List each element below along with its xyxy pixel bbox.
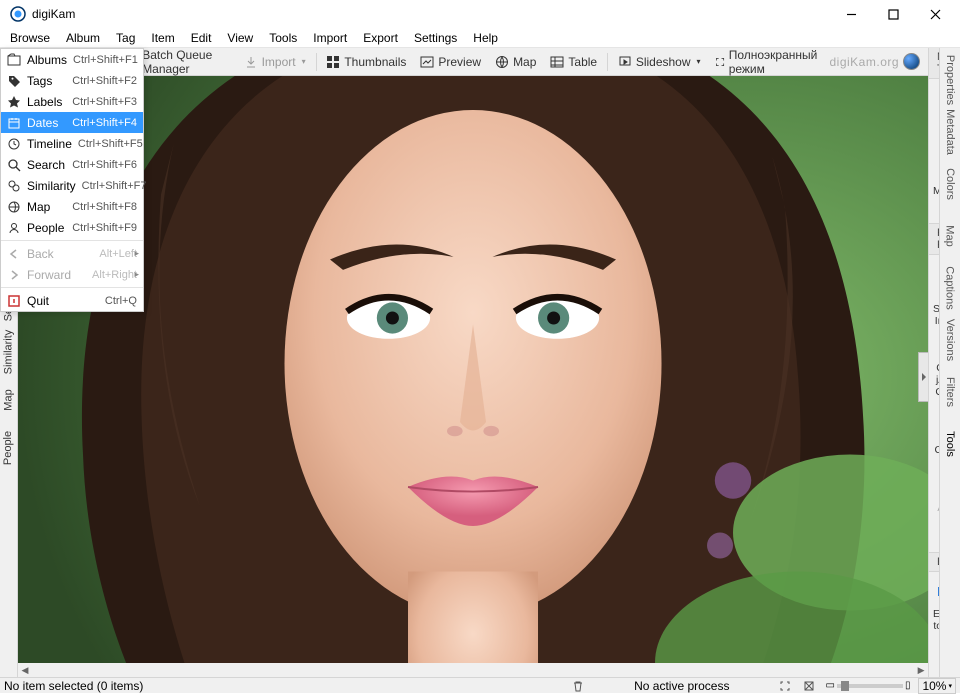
zoom-slider[interactable]: ▭ ▯ [825, 680, 910, 691]
tool-jalbum[interactable]: Create jAlbum Gallery [931, 332, 940, 402]
quit-icon [7, 294, 21, 308]
tool-image-editor[interactable]: Image Editor [931, 85, 940, 155]
globe-icon [903, 53, 920, 70]
center-area: Batch Queue Manager Import▾ Thumbnails P… [18, 48, 929, 677]
browse-item-dates[interactable]: DatesCtrl+Shift+F4 [1, 112, 143, 133]
right-tab-map[interactable]: Map [944, 225, 956, 246]
section-header: Post-Processing [929, 224, 940, 255]
tool-export-flickr[interactable]: Export to Flickr [931, 648, 940, 677]
menu-item[interactable]: Item [143, 29, 182, 47]
right-tab-colors[interactable]: Colors [944, 168, 956, 200]
menu-edit[interactable]: Edit [183, 29, 220, 47]
tool-adjust-time[interactable]: Adjust Time Date [931, 472, 940, 542]
right-sidebar-tabs: Properties Metadata Colors Map Captions … [940, 48, 960, 677]
similarity-icon [7, 179, 21, 193]
right-tab-versions[interactable]: Versions [944, 319, 956, 361]
section-export: Export boxExport to Box Export to Dropbo… [929, 553, 939, 677]
browse-item-search[interactable]: SearchCtrl+Shift+F6 [1, 154, 143, 175]
menu-album[interactable]: Album [58, 29, 108, 47]
browse-item-people[interactable]: PeopleCtrl+Shift+F9 [1, 217, 143, 238]
menu-tag[interactable]: Tag [108, 29, 143, 47]
minimize-button[interactable] [830, 0, 872, 28]
tb-import[interactable]: Import▾ [238, 53, 312, 71]
preview-photo [18, 76, 928, 677]
menu-tools[interactable]: Tools [261, 29, 305, 47]
browse-item-albums[interactable]: AlbumsCtrl+Shift+F1 [1, 49, 143, 70]
timeline-icon [7, 137, 21, 151]
zoom-out-icon[interactable]: ▭ [825, 680, 834, 691]
labels-icon [7, 95, 21, 109]
tb-slideshow[interactable]: Slideshow▾ [612, 53, 707, 71]
menu-export[interactable]: Export [355, 29, 406, 47]
maximize-button[interactable] [872, 0, 914, 28]
map-icon [7, 200, 21, 214]
zoom-percent[interactable]: 10%▾ [918, 678, 956, 694]
app-icon [10, 6, 26, 22]
tool-export-box[interactable]: boxExport to Box [931, 578, 940, 648]
right-tab-tools[interactable]: Tools [944, 431, 956, 457]
search-icon [7, 158, 21, 172]
app-title: digiKam [32, 7, 75, 21]
dates-icon [7, 116, 21, 130]
section-header: Main Tools [929, 48, 940, 79]
close-button[interactable] [914, 0, 956, 28]
status-trash-button[interactable] [570, 679, 586, 693]
forward-icon [7, 268, 21, 282]
menu-help[interactable]: Help [465, 29, 506, 47]
tools-panel: Main Tools Image Editor Tag Manager Batc… [929, 48, 940, 677]
left-tab-similarity[interactable]: Similarity [3, 330, 15, 375]
status-bar: No item selected (0 items) No active pro… [0, 677, 960, 693]
image-preview-area[interactable]: ◀ ▶ [18, 76, 928, 677]
main-toolbar: Batch Queue Manager Import▾ Thumbnails P… [18, 48, 928, 76]
tool-maintenance[interactable]: Maintena... [931, 155, 940, 213]
brand-link[interactable]: digiKam.org [830, 53, 925, 70]
back-icon [7, 247, 21, 261]
browse-menu-dropdown: AlbumsCtrl+Shift+F1TagsCtrl+Shift+F2Labe… [0, 48, 144, 312]
scroll-right-arrow[interactable]: ▶ [914, 663, 928, 677]
right-tab-captions[interactable]: Captions [944, 266, 956, 309]
menu-browse[interactable]: Browse [2, 29, 58, 47]
tags-icon [7, 74, 21, 88]
browse-item-similarity[interactable]: SimilarityCtrl+Shift+F7 [1, 175, 143, 196]
section-header: Export [929, 553, 940, 572]
horizontal-scrollbar[interactable]: ◀ ▶ [18, 663, 928, 677]
section-main-tools: Main Tools Image Editor Tag Manager Batc… [929, 48, 939, 224]
albums-icon [7, 53, 21, 67]
status-fullscreen-button[interactable] [777, 679, 793, 693]
tb-table[interactable]: Table [544, 53, 603, 71]
menu-view[interactable]: View [219, 29, 261, 47]
left-tab-map[interactable]: Map [3, 389, 15, 410]
tb-preview[interactable]: Preview [414, 53, 487, 71]
status-fit-button[interactable] [801, 679, 817, 693]
right-tab-metadata[interactable]: Metadata [944, 109, 956, 155]
status-selection: No item selected (0 items) [4, 679, 143, 693]
tb-thumbnails[interactable]: Thumbnails [320, 53, 412, 71]
tb-fullscreen[interactable]: Полноэкранный режим [709, 46, 828, 78]
tb-map[interactable]: Map [489, 53, 542, 71]
right-tab-properties[interactable]: Properties [944, 55, 956, 105]
title-bar: digiKam [0, 0, 960, 28]
right-tab-filters[interactable]: Filters [944, 377, 956, 407]
status-process: No active process [634, 679, 729, 693]
scroll-left-arrow[interactable]: ◀ [18, 663, 32, 677]
section-post-processing: Post-Processing Blend Stacked Images Cre… [929, 224, 939, 553]
browse-item-labels[interactable]: LabelsCtrl+Shift+F3 [1, 91, 143, 112]
browse-item-forward[interactable]: ForwardAlt+Right▸ [1, 264, 143, 285]
zoom-in-icon[interactable]: ▯ [905, 680, 911, 691]
browse-item-timeline[interactable]: TimelineCtrl+Shift+F5 [1, 133, 143, 154]
panel-drag-handle[interactable] [918, 352, 928, 402]
people-icon [7, 221, 21, 235]
browse-item-map[interactable]: MapCtrl+Shift+F8 [1, 196, 143, 217]
browse-item-quit[interactable]: QuitCtrl+Q [1, 290, 143, 311]
browse-item-back[interactable]: BackAlt+Left▸ [1, 243, 143, 264]
menu-settings[interactable]: Settings [406, 29, 465, 47]
tool-blend[interactable]: Blend Stacked Images [931, 261, 940, 331]
tool-print[interactable]: Print Creator [931, 402, 940, 472]
left-tab-people[interactable]: People [3, 431, 15, 465]
browse-item-tags[interactable]: TagsCtrl+Shift+F2 [1, 70, 143, 91]
menu-import[interactable]: Import [305, 29, 355, 47]
